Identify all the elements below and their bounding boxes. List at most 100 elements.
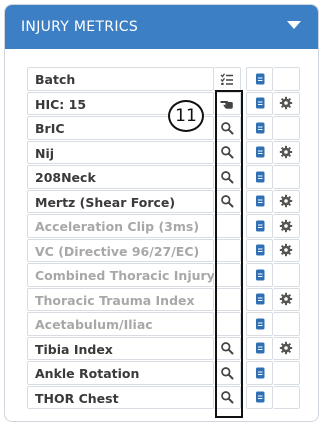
document-cell[interactable] — [246, 385, 273, 409]
settings-cell — [273, 312, 300, 336]
metric-label: Acceleration Clip (3ms) — [35, 219, 200, 234]
metric-name-cell: Thoracic Trauma Index — [27, 287, 214, 311]
document-icon[interactable] — [253, 268, 267, 282]
search-icon[interactable] — [220, 121, 234, 135]
caret-down-icon[interactable] — [286, 18, 302, 32]
table-row: Nij — [27, 140, 312, 166]
panel-header[interactable]: INJURY METRICS — [5, 5, 318, 49]
document-cell[interactable] — [246, 263, 273, 287]
document-cell[interactable] — [246, 189, 273, 213]
settings-cell[interactable] — [273, 91, 300, 115]
document-cell[interactable] — [246, 165, 273, 189]
table-row: Mertz (Shear Force) — [27, 189, 312, 215]
document-icon[interactable] — [253, 96, 267, 110]
metric-label: BrIC — [35, 121, 65, 136]
metric-name-cell: VC (Directive 96/27/EC) — [27, 238, 214, 262]
settings-cell[interactable] — [273, 287, 300, 311]
metric-name-cell[interactable]: THOR Chest — [27, 385, 214, 409]
metric-name-cell[interactable]: Batch — [27, 67, 214, 91]
document-icon[interactable] — [253, 145, 267, 159]
action-cell[interactable] — [214, 189, 241, 213]
settings-cell[interactable] — [273, 189, 300, 213]
gear-icon[interactable] — [279, 243, 293, 257]
panel-title: INJURY METRICS — [21, 19, 139, 35]
metric-label: THOR Chest — [35, 390, 119, 406]
metric-name-cell[interactable]: Mertz (Shear Force) — [27, 189, 214, 213]
document-cell[interactable] — [246, 214, 273, 238]
document-icon[interactable] — [253, 390, 267, 404]
action-cell — [214, 287, 241, 311]
metric-name-cell[interactable]: Ankle Rotation — [27, 361, 214, 385]
metric-name-cell[interactable]: Nij — [27, 140, 214, 164]
search-icon[interactable] — [220, 390, 234, 404]
search-icon[interactable] — [220, 366, 234, 380]
settings-cell[interactable] — [273, 336, 300, 360]
action-cell[interactable] — [214, 67, 241, 91]
metric-label: Combined Thoracic Injury — [35, 268, 215, 283]
document-icon[interactable] — [253, 243, 267, 257]
metric-label: Acetabulum/Iliac — [35, 317, 153, 332]
gear-icon[interactable] — [279, 341, 293, 355]
document-icon[interactable] — [253, 72, 267, 86]
metric-label: Thoracic Trauma Index — [35, 292, 195, 308]
search-icon[interactable] — [220, 170, 234, 184]
document-icon[interactable] — [253, 170, 267, 184]
action-cell[interactable] — [214, 140, 241, 164]
document-cell[interactable] — [246, 361, 273, 385]
callout-number: 11 — [175, 106, 197, 126]
document-icon[interactable] — [253, 341, 267, 355]
document-cell[interactable] — [246, 116, 273, 140]
search-icon[interactable] — [220, 194, 234, 208]
pointing-hand-icon[interactable] — [220, 96, 234, 110]
settings-cell[interactable] — [273, 238, 300, 262]
metric-label: Batch — [35, 72, 76, 87]
document-cell[interactable] — [246, 91, 273, 115]
search-icon[interactable] — [220, 341, 234, 355]
gear-icon[interactable] — [279, 96, 293, 110]
settings-cell — [273, 116, 300, 140]
gear-icon[interactable] — [279, 194, 293, 208]
metric-name-cell: Acetabulum/Iliac — [27, 312, 214, 336]
metric-name-cell: Combined Thoracic Injury — [27, 263, 215, 287]
document-cell[interactable] — [246, 67, 273, 91]
table-row: 208Neck — [27, 165, 312, 190]
settings-cell — [273, 361, 300, 385]
metric-label: HIC: 15 — [35, 96, 87, 112]
settings-cell — [273, 165, 300, 189]
metric-label: Mertz (Shear Force) — [35, 194, 176, 210]
gear-icon[interactable] — [279, 292, 293, 306]
table-row: Thoracic Trauma Index — [27, 287, 312, 313]
gear-icon[interactable] — [279, 219, 293, 233]
document-icon[interactable] — [253, 194, 267, 208]
checklist-icon[interactable] — [220, 72, 234, 86]
metric-name-cell[interactable]: Tibia Index — [27, 336, 214, 360]
metric-label: VC (Directive 96/27/EC) — [35, 243, 200, 259]
document-icon[interactable] — [253, 366, 267, 380]
metric-name-cell[interactable]: 208Neck — [27, 165, 214, 189]
action-cell[interactable] — [214, 91, 241, 115]
document-cell[interactable] — [246, 336, 273, 360]
action-cell[interactable] — [214, 385, 241, 409]
document-icon[interactable] — [253, 219, 267, 233]
action-cell[interactable] — [214, 336, 241, 360]
document-cell[interactable] — [246, 287, 273, 311]
settings-cell — [273, 263, 300, 287]
metric-name-cell: Acceleration Clip (3ms) — [27, 214, 214, 238]
action-cell[interactable] — [214, 165, 241, 189]
table-row: Combined Thoracic Injury — [27, 263, 312, 288]
settings-cell[interactable] — [273, 214, 300, 238]
action-cell[interactable] — [214, 361, 241, 385]
metric-label: Tibia Index — [35, 341, 113, 357]
settings-cell[interactable] — [273, 140, 300, 164]
action-cell — [214, 263, 241, 287]
document-icon[interactable] — [253, 317, 267, 331]
document-cell[interactable] — [246, 238, 273, 262]
search-icon[interactable] — [220, 145, 234, 159]
document-icon[interactable] — [253, 121, 267, 135]
gear-icon[interactable] — [279, 145, 293, 159]
document-cell[interactable] — [246, 312, 273, 336]
action-cell[interactable] — [214, 116, 241, 140]
document-icon[interactable] — [253, 292, 267, 306]
table-row: Batch — [27, 67, 312, 92]
document-cell[interactable] — [246, 140, 273, 164]
